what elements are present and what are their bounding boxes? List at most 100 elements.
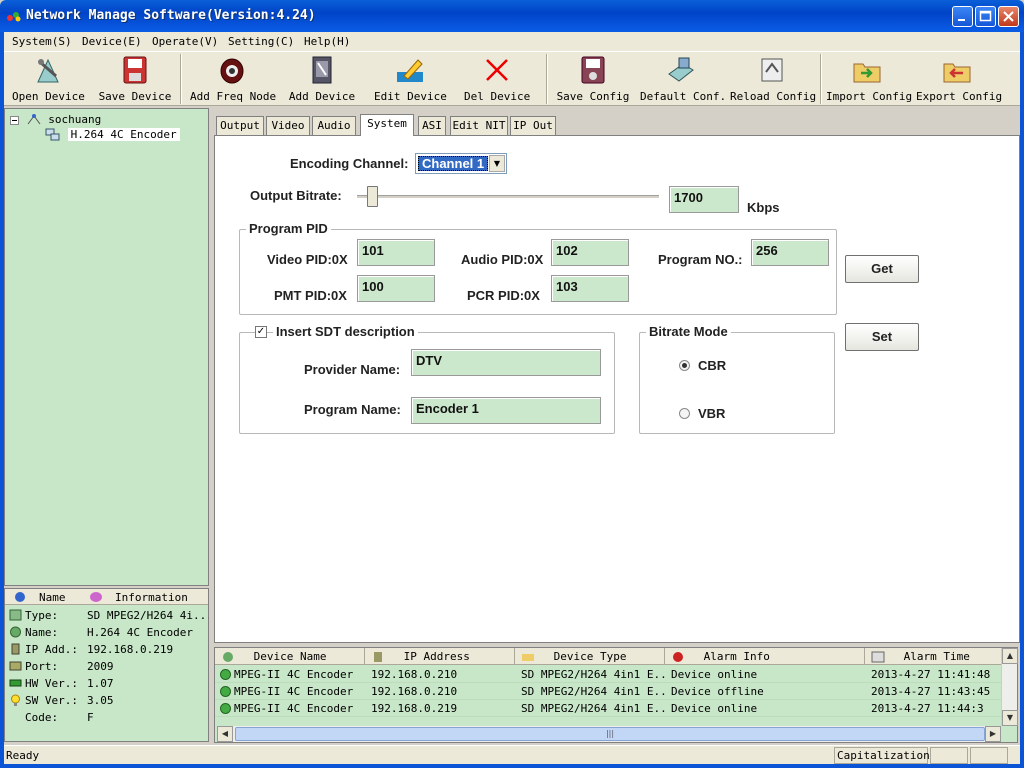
cbr-label: CBR [698, 358, 727, 373]
table-row[interactable]: MPEG-II 4C Encoder 192.168.0.210 SD MPEG… [215, 683, 1001, 700]
status-text: Ready [6, 749, 40, 762]
info-row: Code: F [25, 711, 94, 724]
save-device-button[interactable]: Save Device [98, 54, 172, 104]
reload-config-button[interactable]: Reload Config [730, 54, 816, 104]
provider-name-input[interactable]: DTV [411, 349, 601, 376]
get-button[interactable]: Get [845, 255, 919, 283]
calendar-icon [871, 651, 885, 663]
output-bitrate-slider-track[interactable] [357, 195, 659, 199]
insert-sdt-checkbox[interactable]: ✓ [255, 326, 267, 338]
open-device-button[interactable]: Open Device [12, 54, 85, 104]
scroll-up-button[interactable]: ▲ [1002, 648, 1018, 664]
vbr-radio[interactable] [679, 408, 690, 419]
info-row: HW Ver.: 1.07 [5, 675, 208, 692]
port-icon [9, 661, 22, 671]
delete-icon [481, 54, 513, 86]
app-icon [7, 12, 21, 22]
tab-ip-out[interactable]: IP Out [510, 116, 556, 135]
cbr-radio[interactable] [679, 360, 690, 371]
vertical-scrollbar[interactable]: ▲ ▼ [1001, 648, 1018, 726]
table-row[interactable]: MPEG-II 4C Encoder 192.168.0.219 SD MPEG… [215, 700, 1001, 717]
edit-device-button[interactable]: Edit Device [374, 54, 447, 104]
default-config-icon [665, 54, 697, 86]
ip-column-icon [374, 652, 382, 662]
minimize-button[interactable] [952, 6, 973, 27]
horizontal-scroll-thumb[interactable]: ||| [235, 727, 985, 741]
pmt-pid-input[interactable]: 100 [357, 275, 435, 302]
col-device-name[interactable]: Device Name [215, 648, 365, 665]
tree-root[interactable]: sochuang [10, 113, 101, 126]
bulb-icon [11, 694, 20, 706]
scroll-down-button[interactable]: ▼ [1002, 710, 1018, 726]
menu-setting[interactable]: Setting(C) [228, 35, 294, 48]
tab-asi[interactable]: ASI [418, 116, 446, 135]
tree-device-item[interactable]: H.264 4C Encoder [45, 128, 180, 142]
toolbar-separator [546, 54, 548, 104]
device-info-panel: Name Information Type: SD MPEG2/H264 4i..… [4, 588, 213, 742]
col-alarm-time[interactable]: Alarm Time [865, 648, 1001, 665]
add-device-icon [306, 54, 338, 86]
tab-video[interactable]: Video [266, 116, 310, 135]
output-bitrate-label: Output Bitrate: [250, 188, 342, 203]
device-offline-icon [220, 686, 231, 697]
tab-output[interactable]: Output [216, 116, 264, 135]
add-freq-node-button[interactable]: Add Freq Node [190, 54, 276, 104]
close-button[interactable] [998, 6, 1019, 27]
tab-system[interactable]: System [360, 114, 414, 136]
add-freq-node-icon [216, 54, 248, 86]
status-bar: Ready Capitalization [4, 745, 1020, 764]
bitrate-mode-title: Bitrate Mode [646, 324, 731, 339]
table-row[interactable]: MPEG-II 4C Encoder 192.168.0.210 SD MPEG… [215, 666, 1001, 683]
save-device-icon [119, 54, 151, 86]
minimize-icon [958, 19, 965, 21]
bitrate-mode-group: Bitrate Mode [639, 324, 835, 434]
alarm-list: Device Name IP Address Device Type Alarm… [214, 647, 1018, 743]
menu-device[interactable]: Device(E) [82, 35, 142, 48]
pcr-pid-input[interactable]: 103 [551, 275, 629, 302]
col-device-type[interactable]: Device Type [515, 648, 665, 665]
del-device-button[interactable]: Del Device [464, 54, 530, 104]
status-pane [930, 747, 968, 764]
chevron-down-icon: ▼ [489, 155, 505, 172]
menu-help[interactable]: Help(H) [304, 35, 350, 48]
col-alarm-info[interactable]: Alarm Info [665, 648, 865, 665]
tab-edit-nit[interactable]: Edit NIT [450, 116, 508, 135]
video-pid-input[interactable]: 101 [357, 239, 435, 266]
audio-pid-input[interactable]: 102 [551, 239, 629, 266]
add-device-button[interactable]: Add Device [288, 54, 356, 104]
encoding-channel-value: Channel 1 [418, 156, 489, 171]
tab-audio[interactable]: Audio [312, 116, 356, 135]
col-ip-address[interactable]: IP Address [365, 648, 515, 665]
import-config-button[interactable]: Import Config [826, 54, 912, 104]
status-pane-caps: Capitalization [834, 747, 930, 764]
menu-operate[interactable]: Operate(V) [152, 35, 218, 48]
info-row: Name: H.264 4C Encoder [5, 624, 208, 641]
horizontal-scrollbar[interactable]: ◀ ||| ▶ [217, 726, 1001, 742]
type-column-icon [522, 654, 534, 661]
export-config-button[interactable]: Export Config [916, 54, 1002, 104]
pmt-pid-label: PMT PID:0X [274, 288, 347, 303]
program-no-input[interactable]: 256 [751, 239, 829, 266]
network-icon [27, 114, 41, 125]
output-bitrate-input[interactable]: 1700 [669, 186, 739, 213]
scroll-left-button[interactable]: ◀ [217, 726, 233, 742]
encoding-channel-select[interactable]: Channel 1 ▼ [415, 153, 507, 174]
scroll-right-button[interactable]: ▶ [985, 726, 1001, 742]
set-button[interactable]: Set [845, 323, 919, 351]
edit-device-icon [394, 54, 426, 86]
toolbar: Open Device Save Device Add Freq Node Ad… [4, 52, 1020, 106]
collapse-icon [10, 115, 19, 125]
menu-system[interactable]: System(S) [12, 35, 72, 48]
bitrate-unit-label: Kbps [747, 200, 780, 215]
program-no-label: Program NO.: [658, 252, 743, 267]
default-config-button[interactable]: Default Conf. [640, 54, 726, 104]
info-row: IP Add.: 192.168.0.219 [5, 641, 208, 658]
maximize-button[interactable] [975, 6, 996, 27]
output-bitrate-slider-thumb[interactable] [367, 186, 378, 207]
reload-config-icon [756, 54, 788, 86]
program-name-input[interactable]: Encoder 1 [411, 397, 601, 424]
toolbar-separator [180, 54, 182, 104]
save-config-button[interactable]: Save Config [556, 54, 630, 104]
hardware-icon [9, 679, 22, 687]
info-col-name: Name [39, 591, 66, 604]
